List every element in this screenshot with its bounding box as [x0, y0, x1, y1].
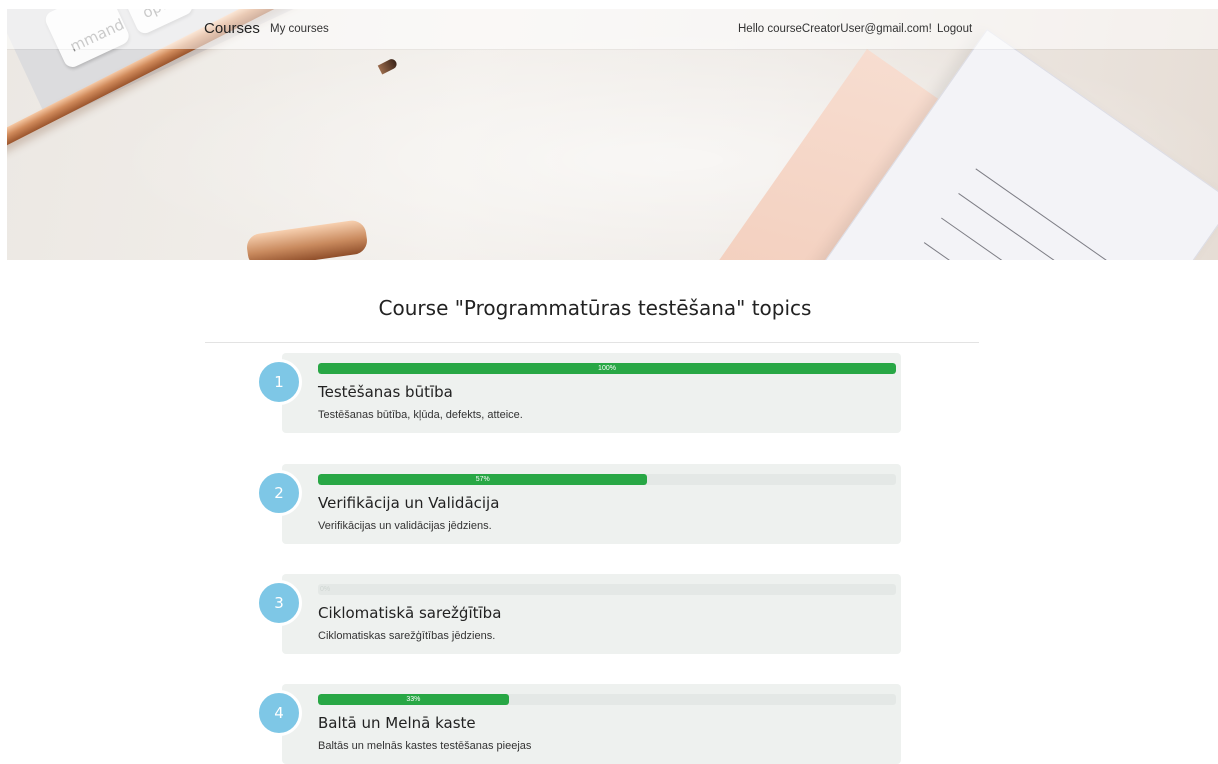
topic-description: Testēšanas būtība, kļūda, defekts, attei…: [318, 409, 523, 421]
top-navbar: Courses My courses Hello courseCreatorUs…: [7, 9, 1218, 49]
topic-description: Ciklomatiskas sarežģītības jēdziens.: [318, 630, 496, 642]
topic-progress-bar: 57%: [318, 474, 896, 485]
topic-progress-bar: 0%: [318, 584, 896, 595]
topic-card[interactable]: 1 100% Testēšanas būtība Testēšanas būtī…: [256, 353, 901, 433]
brand-link[interactable]: Courses: [204, 20, 260, 37]
progress-label: 100%: [598, 365, 616, 372]
topic-description: Verifikācijas un validācijas jēdziens.: [318, 520, 492, 532]
title-divider: [205, 342, 979, 343]
topic-card[interactable]: 2 57% Verifikācija un Validācija Verifik…: [256, 464, 901, 544]
topic-number-badge: 3: [256, 580, 302, 626]
topic-number-badge: 1: [256, 359, 302, 405]
topic-progress-bar: 100%: [318, 363, 896, 374]
topic-title[interactable]: Ciklomatiskā sarežģītība: [318, 604, 501, 622]
topic-title[interactable]: Baltā un Melnā kaste: [318, 714, 476, 732]
logout-link[interactable]: Logout: [937, 23, 972, 35]
progress-label: 33%: [406, 696, 421, 703]
topic-title[interactable]: Testēšanas būtība: [318, 383, 453, 401]
topic-title[interactable]: Verifikācija un Validācija: [318, 494, 499, 512]
topic-number-badge: 4: [256, 690, 302, 736]
page-title: Course "Programmatūras testēšana" topics: [378, 296, 812, 320]
topic-progress-bar: 33%: [318, 694, 896, 705]
progress-label: 57%: [475, 476, 490, 483]
nav-my-courses[interactable]: My courses: [270, 23, 329, 35]
topic-card[interactable]: 4 33% Baltā un Melnā kaste Baltās un mel…: [256, 684, 901, 764]
topic-description: Baltās un melnās kastes testēšanas pieej…: [318, 740, 532, 752]
user-greeting: Hello courseCreatorUser@gmail.com!: [738, 23, 932, 35]
topic-card[interactable]: 3 0% Ciklomatiskā sarežģītība Ciklomatis…: [256, 574, 901, 654]
progress-label: 0%: [320, 586, 331, 593]
topic-number-badge: 2: [256, 470, 302, 516]
